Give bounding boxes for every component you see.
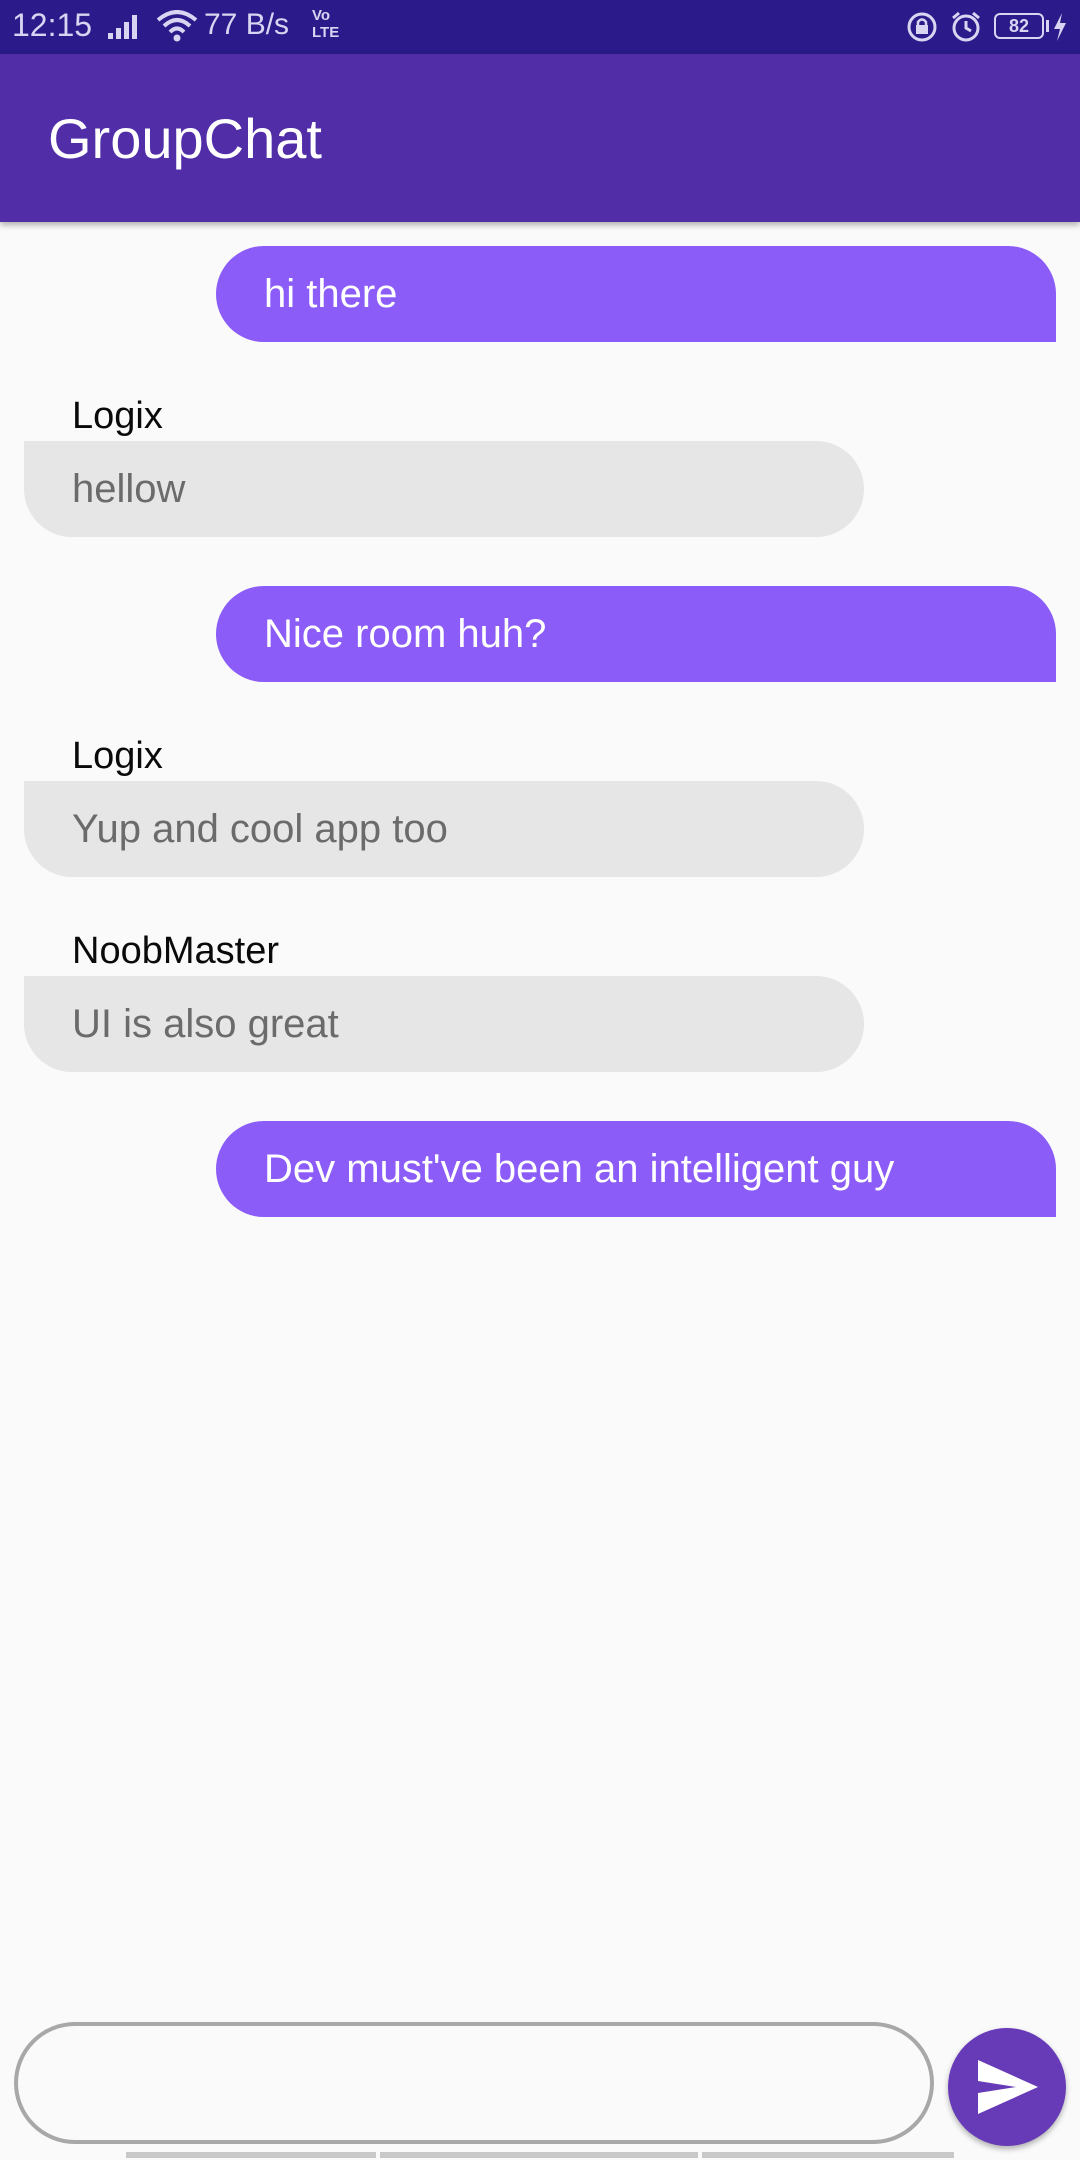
app-title: GroupChat [48, 107, 322, 170]
volte-label: Vo LTE [312, 7, 340, 41]
sender-name: Logix [72, 395, 163, 437]
send-icon [978, 2060, 1038, 2114]
network-speed: 77 B/s [204, 8, 290, 41]
sender-name: NoobMaster [72, 930, 279, 972]
nav-hint-bar [380, 2152, 698, 2158]
battery-tip [1046, 20, 1049, 32]
incoming-message[interactable]: hellow [24, 441, 864, 537]
nav-hint-bar [702, 2152, 954, 2158]
battery-icon: 82 [994, 13, 1044, 39]
incoming-message[interactable]: UI is also great [24, 976, 864, 1072]
outgoing-message[interactable]: Nice room huh? [216, 586, 1056, 682]
alarm-icon [950, 11, 982, 48]
charging-icon [1053, 13, 1067, 46]
incoming-message[interactable]: Yup and cool app too [24, 781, 864, 877]
status-bar: 12:15 77 B/s Vo LTE 82 [0, 0, 1080, 54]
status-time: 12:15 [12, 7, 93, 43]
message-input[interactable] [14, 2022, 934, 2144]
nav-hint-bar [126, 2152, 376, 2158]
lock-rotation-icon [906, 11, 938, 48]
outgoing-message[interactable]: hi there [216, 246, 1056, 342]
wifi-icon [156, 10, 198, 47]
app-bar: GroupChat [0, 54, 1080, 222]
sender-name: Logix [72, 735, 163, 777]
outgoing-message[interactable]: Dev must've been an intelligent guy [216, 1121, 1056, 1217]
send-button[interactable] [948, 2028, 1066, 2146]
signal-icon [108, 13, 144, 44]
